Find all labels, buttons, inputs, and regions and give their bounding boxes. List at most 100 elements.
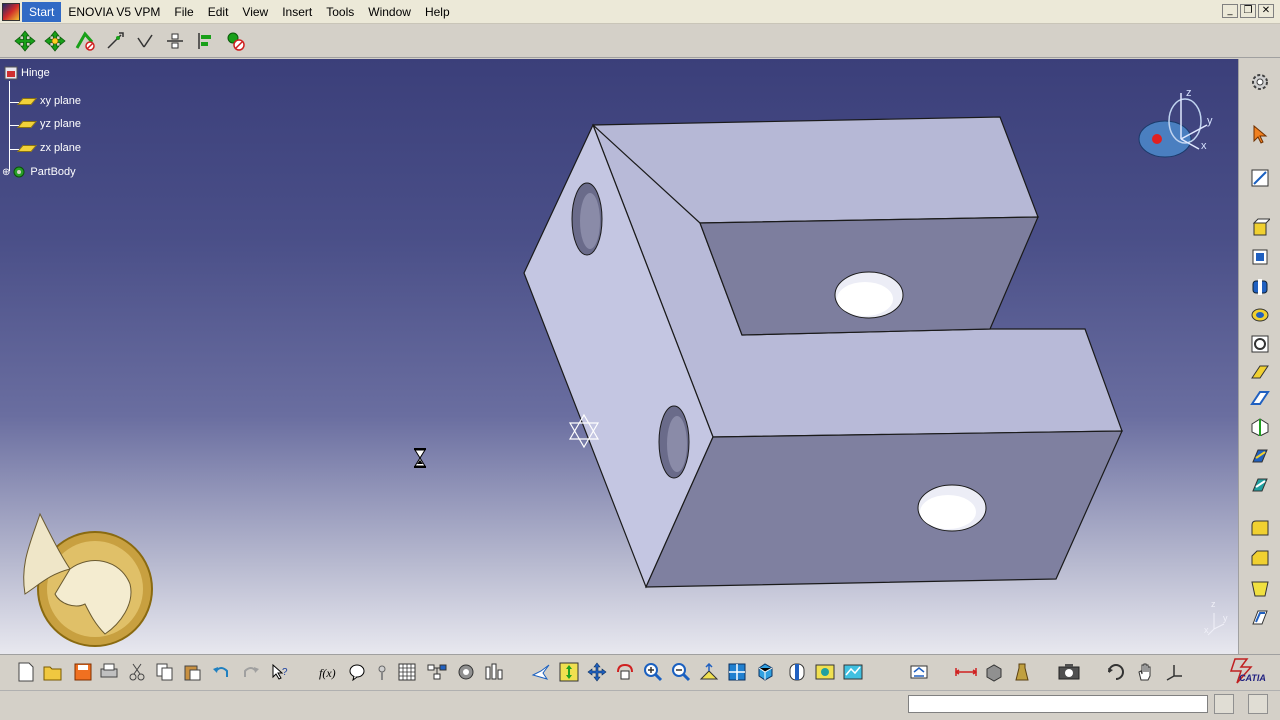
remove-icon[interactable] [222, 28, 248, 54]
remove-loft-icon[interactable] [1249, 474, 1271, 496]
close-button[interactable]: ✕ [1258, 4, 1274, 18]
measure-icon[interactable] [482, 660, 506, 684]
chamfer-icon[interactable] [1249, 548, 1271, 570]
pocket-icon[interactable] [1249, 246, 1271, 268]
3d-viewport[interactable]: Hinge xy plane yz plane zx plane ⊕ PartB… [0, 59, 1238, 654]
compass-icon[interactable] [1133, 87, 1223, 167]
undo-icon[interactable] [209, 660, 233, 684]
groove-icon[interactable] [1249, 304, 1271, 326]
table-icon[interactable] [395, 660, 419, 684]
restore-button[interactable]: ❐ [1240, 4, 1256, 18]
measure-item-icon[interactable] [982, 660, 1006, 684]
hand-icon[interactable] [1133, 660, 1157, 684]
shell-icon[interactable] [1249, 607, 1271, 629]
paste-icon[interactable] [180, 660, 204, 684]
compass-x-label: x [1201, 140, 1207, 152]
check-icon[interactable] [370, 660, 394, 684]
menu-window[interactable]: Window [361, 2, 418, 22]
axis-system-icon[interactable] [1162, 660, 1186, 684]
snap-icon[interactable] [72, 28, 98, 54]
knowledge-icon[interactable] [345, 660, 369, 684]
menu-enovia[interactable]: ENOVIA V5 VPM [61, 2, 167, 22]
compass-y-label: y [1207, 115, 1213, 127]
compass-widget[interactable]: z y x [1133, 87, 1223, 167]
axis-z-label: z [1211, 599, 1216, 609]
mini-axis-indicator: z y x [1204, 599, 1230, 639]
zoom-in-icon[interactable] [641, 660, 665, 684]
shaft-icon[interactable] [1249, 276, 1271, 298]
power-input-field[interactable] [908, 695, 1208, 713]
menu-file[interactable]: File [167, 2, 200, 22]
pan-icon[interactable] [585, 660, 609, 684]
formula-icon[interactable]: f(x) [316, 660, 340, 684]
fillet-icon[interactable] [1249, 518, 1271, 540]
rotate-icon[interactable] [42, 28, 68, 54]
minimize-button[interactable]: _ [1222, 4, 1238, 18]
copy-icon[interactable] [153, 660, 177, 684]
normal-view-icon[interactable] [697, 660, 721, 684]
fit-all-icon[interactable] [557, 660, 581, 684]
loft-icon[interactable] [1249, 445, 1271, 467]
pad-icon[interactable] [1249, 216, 1271, 238]
menu-start[interactable]: Start [22, 1, 62, 22]
catia-logo-text: CATIA [1239, 673, 1266, 683]
slot-icon[interactable] [1249, 387, 1271, 409]
multi-view-icon[interactable] [725, 660, 749, 684]
catalog-icon[interactable] [454, 660, 478, 684]
mass-icon[interactable] [1010, 660, 1034, 684]
update-icon[interactable] [907, 660, 931, 684]
axis-x-label: x [1204, 625, 1209, 635]
swap-visible-icon[interactable] [841, 660, 865, 684]
shading-icon[interactable] [785, 660, 809, 684]
sketch-icon[interactable] [1249, 167, 1271, 189]
menu-tools[interactable]: Tools [319, 2, 361, 22]
catia-app-icon[interactable] [2, 2, 20, 21]
align-icon[interactable] [192, 28, 218, 54]
capture-icon[interactable] [1057, 660, 1081, 684]
cut-icon[interactable] [125, 660, 149, 684]
rotate-view-icon[interactable] [613, 660, 637, 684]
move-icon[interactable] [12, 28, 38, 54]
compass-z-label: z [1186, 87, 1192, 99]
menu-edit[interactable]: Edit [201, 2, 236, 22]
draft-icon[interactable] [1249, 577, 1271, 599]
line-icon[interactable] [132, 28, 158, 54]
axis-icon[interactable] [102, 28, 128, 54]
redo-icon[interactable] [239, 660, 263, 684]
stiffener-icon[interactable] [1249, 415, 1271, 437]
measure-between-icon[interactable] [954, 660, 978, 684]
pegasus-logo [23, 512, 153, 647]
catia-logo: CATIA [1223, 657, 1273, 689]
rib-icon[interactable] [1249, 361, 1271, 383]
zoom-out-icon[interactable] [669, 660, 693, 684]
select-arrow-icon[interactable] [1249, 123, 1271, 145]
refresh-icon[interactable] [1104, 660, 1128, 684]
print-icon[interactable] [97, 660, 121, 684]
status-bar [0, 690, 1280, 720]
save-icon[interactable] [71, 660, 95, 684]
hole-icon[interactable] [1249, 333, 1271, 355]
part-model[interactable] [0, 59, 1238, 654]
svg-text:f(x): f(x) [319, 666, 336, 680]
iso-view-icon[interactable] [753, 660, 777, 684]
status-right-button[interactable] [1248, 694, 1268, 714]
open-icon[interactable] [41, 660, 65, 684]
spacing-icon[interactable] [162, 28, 188, 54]
menu-help[interactable]: Help [418, 2, 457, 22]
graph-icon[interactable] [425, 660, 449, 684]
hourglass-cursor-icon [414, 448, 426, 468]
new-icon[interactable] [14, 660, 38, 684]
menu-insert[interactable]: Insert [275, 2, 319, 22]
right-toolbar [1238, 59, 1280, 654]
menu-bar: Start ENOVIA V5 VPM File Edit View Inser… [0, 0, 1280, 24]
svg-text:?: ? [282, 667, 288, 678]
bottom-toolbar: ? f(x) CATIA [0, 654, 1280, 690]
status-left-button[interactable] [1214, 694, 1234, 714]
top-toolbar [0, 24, 1280, 58]
fly-icon[interactable] [529, 660, 553, 684]
gear-icon[interactable] [1249, 71, 1271, 93]
axis-y-label: y [1223, 613, 1228, 623]
menu-view[interactable]: View [235, 2, 275, 22]
hide-show-icon[interactable] [813, 660, 837, 684]
whats-this-icon[interactable]: ? [268, 660, 292, 684]
